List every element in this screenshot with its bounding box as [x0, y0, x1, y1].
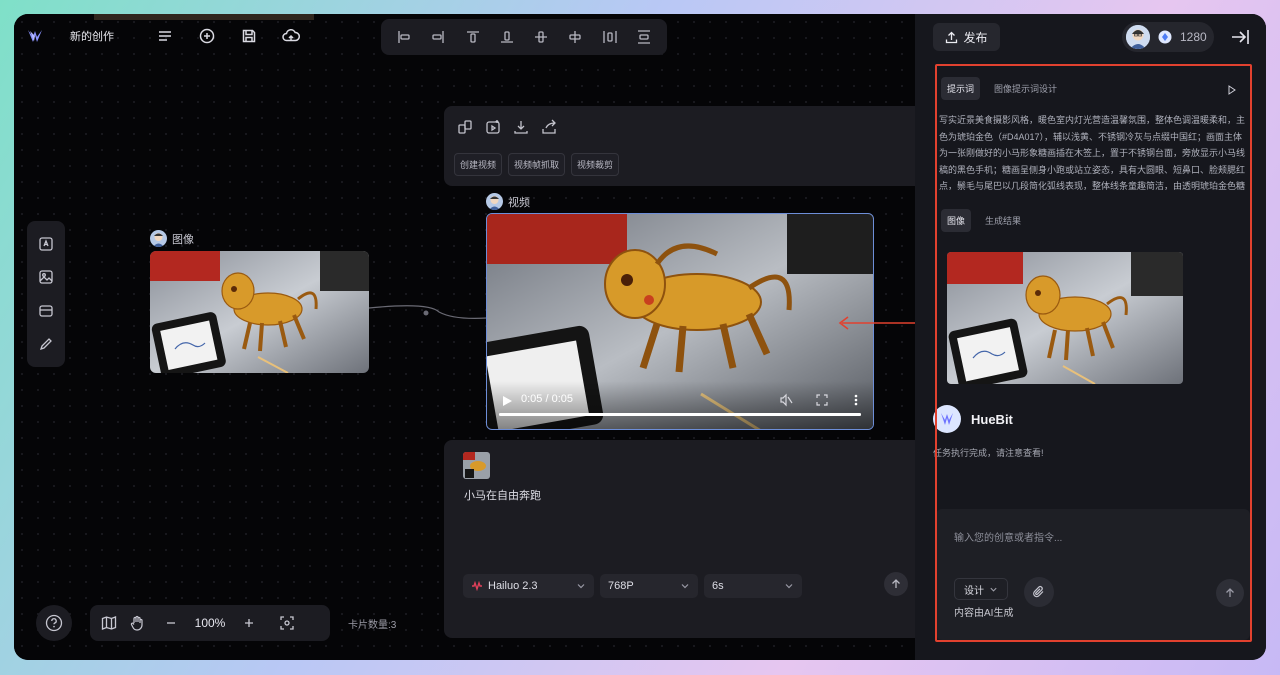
arrow-up-icon — [892, 579, 900, 588]
arrow-right-to-line-icon — [1232, 30, 1249, 44]
project-title[interactable]: 新的创作 — [70, 28, 114, 44]
diamond-icon — [1158, 30, 1172, 44]
card-count: 卡片数量:3 — [348, 620, 397, 631]
fit-view-icon[interactable] — [278, 614, 296, 632]
frame-capture-chip[interactable]: 视频帧抓取 — [508, 153, 566, 176]
model-select[interactable]: Hailuo 2.3 — [463, 574, 594, 598]
menu-icon[interactable] — [154, 25, 176, 47]
add-icon[interactable] — [196, 25, 218, 47]
chevron-down-icon — [577, 584, 585, 589]
chevron-down-icon — [785, 584, 793, 589]
more-options-icon[interactable] — [849, 393, 863, 407]
help-icon — [45, 614, 63, 632]
zoom-level: 100% — [194, 616, 226, 630]
app-logo-icon[interactable] — [24, 25, 46, 47]
publish-button[interactable]: 发布 — [933, 23, 1000, 51]
assistant-panel: 发布 1280 提示词 图像提示词设计 写实近景美食摄影风格，暖色室内灯光营造温… — [915, 14, 1266, 660]
replace-icon[interactable] — [456, 118, 474, 136]
video-time: 0:05 / 0:05 — [521, 393, 573, 405]
play-icon[interactable] — [501, 394, 513, 406]
prompt-text[interactable]: 小马在自由奔跑 — [464, 487, 541, 503]
hailuo-logo-icon — [472, 581, 482, 591]
generation-prompt-card: 小马在自由奔跑 Hailuo 2.3 768P 6s — [444, 440, 915, 638]
zoom-out-icon[interactable] — [162, 614, 180, 632]
upload-icon — [946, 31, 958, 43]
video-add-icon[interactable] — [484, 118, 502, 136]
align-bottom-icon[interactable] — [498, 28, 516, 46]
avatar — [486, 193, 503, 210]
publish-label: 发布 — [963, 30, 988, 45]
reference-image-thumbnail[interactable] — [463, 452, 490, 479]
align-top-icon[interactable] — [464, 28, 482, 46]
map-icon[interactable] — [100, 614, 118, 632]
chevron-down-icon — [681, 584, 689, 589]
video-node-header: 视频 — [486, 193, 530, 210]
download-icon[interactable] — [512, 118, 530, 136]
app-window: 新的创作 图像 创建视频 视频帧抓取 视频裁剪 视频 0:05 / 0:05 小… — [14, 14, 1266, 660]
align-right-icon[interactable] — [429, 28, 447, 46]
video-node-label: 视频 — [508, 196, 530, 209]
annotation-highlight-box — [935, 64, 1252, 642]
resolution-select-value: 768P — [608, 580, 634, 592]
pencil-icon[interactable] — [35, 333, 57, 355]
image-node-header: 图像 — [150, 230, 194, 247]
user-credits[interactable]: 1280 — [1122, 22, 1214, 52]
resolution-select[interactable]: 768P — [600, 574, 698, 598]
canvas[interactable]: 新的创作 图像 创建视频 视频帧抓取 视频裁剪 视频 0:05 / 0:05 小… — [14, 14, 915, 660]
align-vcenter-icon[interactable] — [532, 28, 550, 46]
fullscreen-icon[interactable] — [815, 393, 829, 407]
alignment-toolbar — [381, 19, 667, 55]
left-toolbar — [27, 221, 65, 367]
create-video-chip[interactable]: 创建视频 — [454, 153, 503, 176]
credits-value: 1280 — [1180, 30, 1207, 44]
model-select-value: Hailuo 2.3 — [488, 580, 538, 592]
align-left-icon[interactable] — [395, 28, 413, 46]
video-controls: 0:05 / 0:05 — [487, 381, 873, 429]
layers-icon[interactable] — [35, 300, 57, 322]
share-icon[interactable] — [540, 118, 558, 136]
collapse-panel-button[interactable] — [1229, 26, 1251, 48]
video-node[interactable]: 0:05 / 0:05 — [486, 213, 874, 430]
offscreen-node-edge — [94, 14, 314, 20]
distribute-vertical-icon[interactable] — [635, 28, 653, 46]
image-icon[interactable] — [35, 266, 57, 288]
avatar — [1126, 25, 1150, 49]
distribute-horizontal-icon[interactable] — [601, 28, 619, 46]
save-icon[interactable] — [238, 25, 260, 47]
generate-send-button[interactable] — [884, 572, 908, 596]
duration-select[interactable]: 6s — [704, 574, 802, 598]
volume-icon[interactable] — [779, 393, 793, 407]
zoom-toolbar: 100% — [90, 605, 330, 641]
ai-image-icon[interactable] — [35, 233, 57, 255]
image-node[interactable] — [150, 251, 369, 373]
video-progress-bar[interactable] — [499, 413, 861, 416]
avatar — [150, 230, 167, 247]
hand-pan-icon[interactable] — [128, 614, 146, 632]
video-action-card: 创建视频 视频帧抓取 视频裁剪 — [444, 106, 915, 186]
image-node-label: 图像 — [172, 233, 194, 246]
duration-select-value: 6s — [712, 580, 724, 592]
zoom-in-icon[interactable] — [240, 614, 258, 632]
cloud-sync-icon[interactable] — [280, 25, 302, 47]
top-toolbar: 新的创作 — [24, 22, 302, 50]
video-crop-chip[interactable]: 视频裁剪 — [571, 153, 620, 176]
align-hcenter-icon[interactable] — [566, 28, 584, 46]
help-button[interactable] — [36, 605, 72, 641]
node-connector — [369, 305, 487, 319]
